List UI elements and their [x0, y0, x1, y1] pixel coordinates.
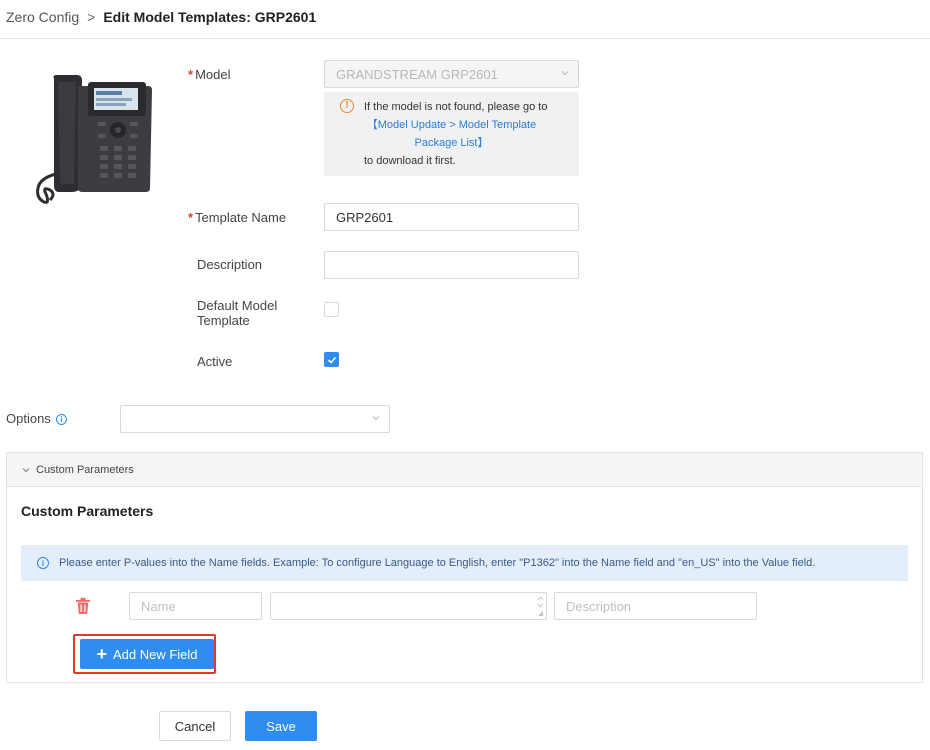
- section-header-label: Custom Parameters: [36, 463, 134, 476]
- model-label: * Model: [188, 67, 231, 82]
- p-value-info-alert: i Please enter P-values into the Name fi…: [21, 545, 908, 581]
- info-icon: i: [37, 557, 49, 569]
- description-placeholder: Description: [566, 598, 632, 614]
- phone-model-image: [36, 75, 152, 204]
- note-text: If the model is not found, please go to: [364, 101, 548, 113]
- breadcrumb-separator: >: [87, 9, 96, 25]
- options-select[interactable]: [120, 405, 390, 433]
- alert-text: Please enter P-values into the Name fiel…: [59, 557, 816, 569]
- chevron-down-icon: [22, 467, 30, 472]
- description-label: Description: [197, 257, 263, 272]
- name-placeholder: Name: [141, 598, 176, 614]
- model-not-found-note: ! If the model is not found, please go t…: [324, 92, 579, 176]
- chevron-down-icon: [372, 416, 380, 421]
- model-select-value: GRANDSTREAM GRP2601: [336, 66, 498, 82]
- active-label: Active: [197, 354, 233, 369]
- param-name-input[interactable]: Name: [129, 592, 262, 620]
- add-new-field-button[interactable]: + Add New Field: [80, 639, 214, 669]
- custom-parameters-title: Custom Parameters: [21, 503, 154, 519]
- trash-icon[interactable]: [75, 597, 91, 615]
- breadcrumb-zero-config[interactable]: Zero Config: [6, 9, 79, 25]
- chevron-down-icon: [561, 71, 569, 76]
- template-name-value: GRP2601: [336, 209, 394, 225]
- info-icon[interactable]: i: [55, 414, 67, 425]
- template-name-input[interactable]: GRP2601: [324, 203, 579, 231]
- spinner-arrows-icon: [537, 596, 544, 617]
- options-label: Options i: [6, 411, 67, 426]
- save-button[interactable]: Save: [245, 711, 317, 741]
- warning-icon: !: [340, 99, 354, 113]
- required-marker: *: [188, 210, 194, 225]
- param-description-input[interactable]: Description: [554, 592, 757, 620]
- cancel-button[interactable]: Cancel: [159, 711, 231, 741]
- param-value-textarea[interactable]: [270, 592, 547, 620]
- custom-parameters-collapse-header[interactable]: Custom Parameters: [7, 453, 922, 487]
- note-link-line1[interactable]: 【Model Update > Model Template: [324, 116, 579, 134]
- plus-icon: +: [96, 644, 107, 664]
- model-select[interactable]: GRANDSTREAM GRP2601: [324, 60, 579, 88]
- note-link-line2[interactable]: Package List】: [324, 134, 579, 152]
- description-input[interactable]: [324, 251, 579, 279]
- note-text-end: to download it first.: [364, 155, 456, 167]
- checkmark-icon: [327, 356, 336, 364]
- add-new-field-label: Add New Field: [112, 646, 198, 662]
- active-checkbox[interactable]: [324, 352, 339, 367]
- page-title: Edit Model Templates: GRP2601: [103, 9, 317, 25]
- custom-parameters-panel: Custom Parameters Custom Parameters i Pl…: [6, 452, 923, 683]
- default-model-template-checkbox[interactable]: [324, 302, 339, 317]
- default-model-template-label: Default Model Template: [197, 298, 278, 328]
- header-divider: [0, 38, 930, 39]
- model-template-package-link[interactable]: 【Model Update > Model Template Package L…: [324, 116, 579, 152]
- template-name-label: * Template Name: [188, 210, 287, 225]
- breadcrumb: Zero Config > Edit Model Templates: GRP2…: [6, 8, 316, 26]
- required-marker: *: [188, 67, 194, 82]
